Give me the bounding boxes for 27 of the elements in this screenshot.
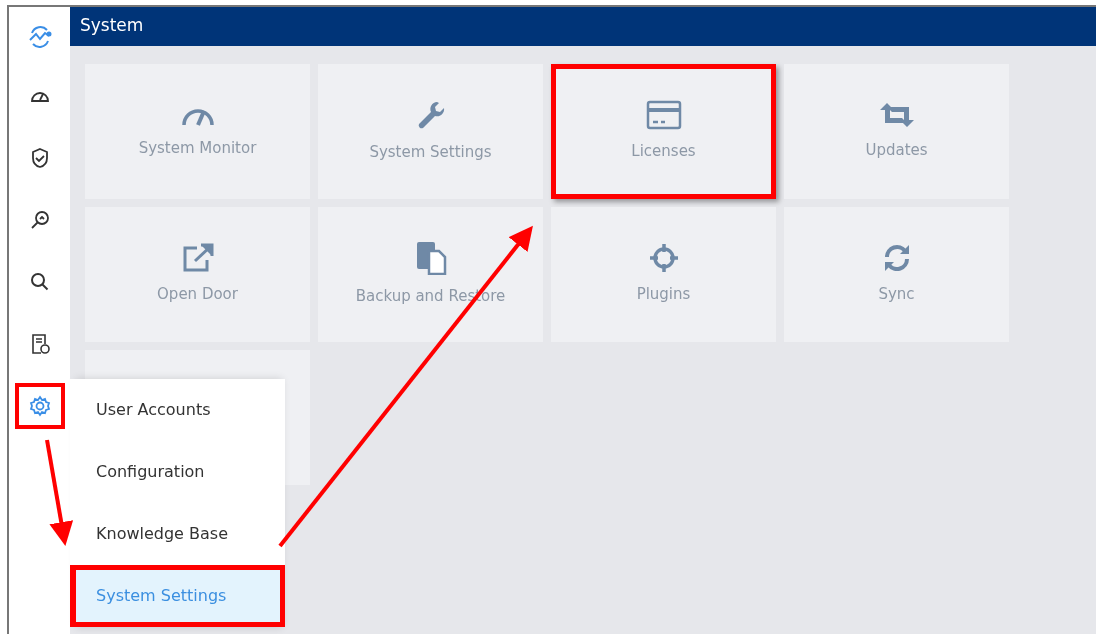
tile-label: System Settings bbox=[369, 142, 492, 164]
menu-item[interactable]: Configuration bbox=[70, 441, 285, 503]
tile-label: Plugins bbox=[636, 284, 691, 306]
documents-icon bbox=[414, 241, 447, 276]
settings-icon bbox=[28, 395, 51, 417]
tile[interactable]: Sync bbox=[784, 207, 1009, 342]
tile-label: Open Door bbox=[157, 284, 238, 306]
crosshair-icon bbox=[648, 243, 679, 274]
menu-item[interactable]: User Accounts bbox=[70, 379, 285, 441]
tile[interactable]: System Monitor bbox=[85, 64, 310, 199]
tile[interactable]: System Settings bbox=[318, 64, 543, 199]
shield-icon bbox=[29, 147, 50, 169]
tile[interactable]: Plugins bbox=[551, 207, 776, 342]
page-title: System bbox=[70, 7, 1096, 46]
tile-label: Licenses bbox=[631, 141, 696, 163]
tile[interactable]: Open Door bbox=[85, 207, 310, 342]
menu-item[interactable]: Knowledge Base bbox=[70, 503, 285, 565]
search-icon bbox=[29, 272, 50, 292]
repeat-arrows-icon bbox=[878, 101, 915, 130]
tile[interactable]: Licenses bbox=[551, 64, 776, 199]
report-icon bbox=[29, 333, 50, 355]
menu-item[interactable]: System Settings bbox=[70, 565, 285, 627]
tile-label: Sync bbox=[878, 284, 915, 306]
card-icon bbox=[645, 100, 682, 131]
tile-label: System Monitor bbox=[138, 138, 257, 160]
tile[interactable]: Updates bbox=[784, 64, 1009, 199]
tile-label: Updates bbox=[865, 140, 928, 162]
